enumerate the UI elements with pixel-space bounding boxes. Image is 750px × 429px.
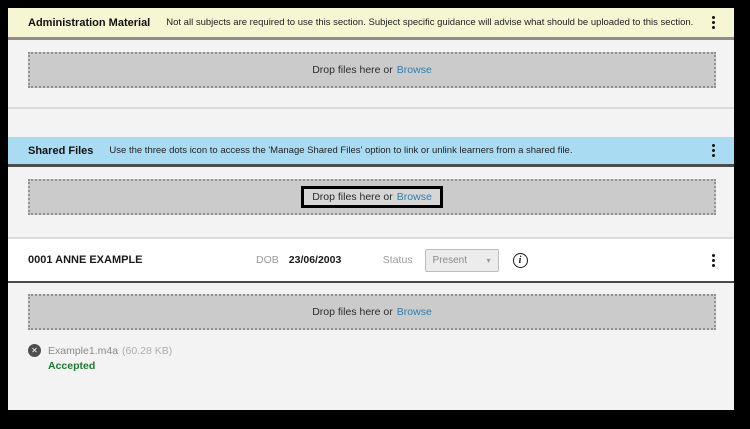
dropzone-prompt: Drop files here or <box>312 191 393 203</box>
info-icon[interactable]: i <box>513 253 528 268</box>
file-size: (60.28 KB) <box>122 345 172 357</box>
learner-name: 0001 ANNE EXAMPLE <box>28 254 256 266</box>
section-description: Not all subjects are required to use thi… <box>166 17 703 28</box>
learner-dropzone[interactable]: Drop files here or Browse <box>28 294 716 330</box>
admin-dropzone[interactable]: Drop files here or Browse <box>28 52 716 88</box>
section-title: Shared Files <box>28 145 93 157</box>
admin-section-header: Administration Material Not all subjects… <box>8 8 734 40</box>
learner-row: 0001 ANNE EXAMPLE DOB 23/06/2003 Status … <box>8 239 734 283</box>
kebab-menu-icon <box>712 254 715 267</box>
shared-files-dropzone[interactable]: Drop files here or Browse <box>28 179 716 215</box>
browse-link[interactable]: Browse <box>397 191 432 203</box>
close-icon: ✕ <box>31 344 38 357</box>
dob-label: DOB <box>256 254 279 266</box>
file-status-accepted: Accepted <box>48 360 734 372</box>
dropzone-focus-ring: Drop files here or Browse <box>301 186 443 208</box>
kebab-menu-icon <box>712 16 715 29</box>
dropzone-prompt: Drop files here or <box>312 64 393 76</box>
status-select[interactable]: Present ▾ <box>425 249 499 272</box>
learner-menu-button[interactable] <box>709 251 718 270</box>
divider <box>8 107 734 109</box>
dob-value: 23/06/2003 <box>289 254 361 266</box>
admin-section-menu-button[interactable] <box>709 13 718 32</box>
upload-panel: Administration Material Not all subjects… <box>8 8 734 410</box>
browse-link[interactable]: Browse <box>397 306 432 318</box>
status-label: Status <box>383 254 413 266</box>
remove-file-button[interactable]: ✕ <box>28 344 41 357</box>
uploaded-file-row: ✕ Example1.m4a (60.28 KB) <box>28 344 734 357</box>
dropzone-prompt: Drop files here or <box>312 306 393 318</box>
chevron-down-icon: ▾ <box>487 256 491 265</box>
shared-section-menu-button[interactable] <box>709 141 718 160</box>
kebab-menu-icon <box>712 144 715 157</box>
browse-link[interactable]: Browse <box>397 64 432 76</box>
status-value: Present <box>433 255 467 266</box>
section-description: Use the three dots icon to access the 'M… <box>109 145 703 156</box>
section-title: Administration Material <box>28 17 150 29</box>
file-name: Example1.m4a <box>48 345 118 357</box>
shared-files-section-header: Shared Files Use the three dots icon to … <box>8 137 734 167</box>
